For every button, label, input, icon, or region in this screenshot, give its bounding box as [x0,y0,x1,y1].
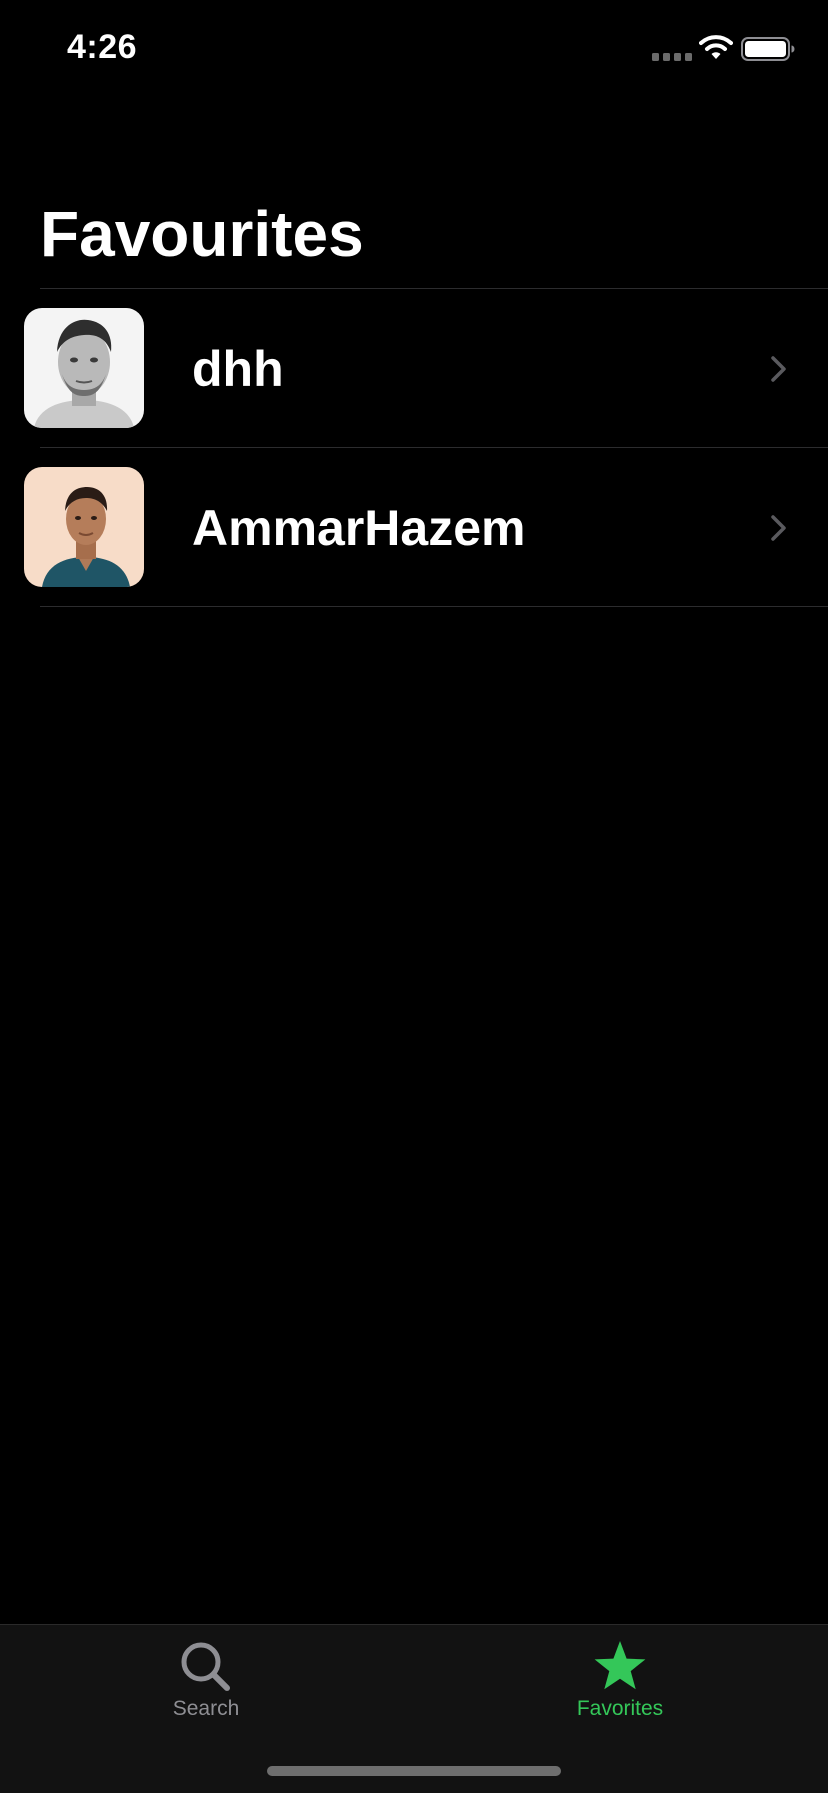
wifi-icon [699,35,733,59]
battery-icon [741,37,795,61]
page-title: Favourites [40,198,364,270]
signal-icon [652,53,692,61]
row-divider [40,606,828,607]
chevron-right-icon [771,356,786,382]
tab-favorites[interactable]: Favorites [520,1625,720,1735]
status-time: 4:26 [67,28,138,66]
tab-search[interactable]: Search [106,1625,306,1735]
tab-search-label: Search [172,1697,240,1720]
status-bar: 4:26 [0,0,828,100]
star-icon [594,1641,646,1690]
search-icon [181,1642,230,1691]
avatar-photo-dhh [24,308,144,428]
avatar-photo-ammarhazem [24,467,144,587]
username-label: AmmarHazem [192,500,526,556]
list-item[interactable]: dhh [0,289,828,448]
username-label: dhh [192,341,284,397]
chevron-right-icon [771,515,786,541]
tab-favorites-label: Favorites [576,1697,664,1720]
favorites-list: dhh AmmarHazem [0,289,828,607]
home-indicator[interactable] [267,1766,561,1776]
list-item[interactable]: AmmarHazem [0,448,828,607]
